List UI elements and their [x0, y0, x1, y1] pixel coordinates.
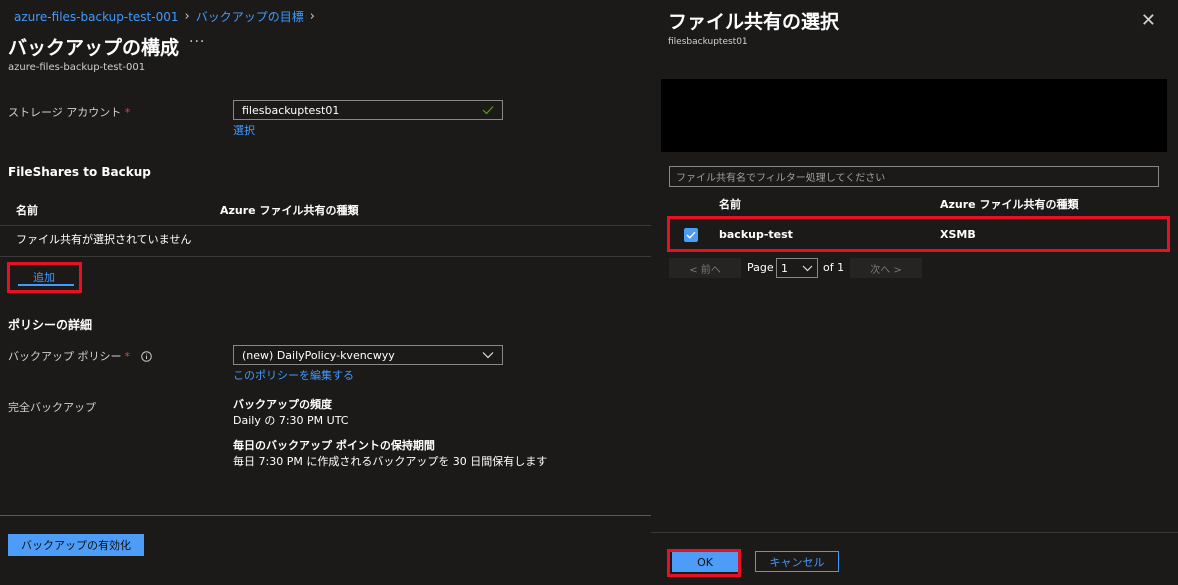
panel-footer-divider — [651, 532, 1178, 533]
more-options-icon[interactable]: ··· — [189, 34, 205, 50]
highlight-box — [667, 216, 1170, 252]
chevron-right-icon: › — [309, 9, 315, 24]
chevron-down-icon — [482, 352, 494, 359]
chevron-down-icon — [802, 265, 813, 271]
check-icon — [482, 106, 494, 115]
column-header-name: 名前 — [16, 204, 38, 217]
filter-placeholder: ファイル共有名でフィルター処理してください — [676, 173, 886, 184]
storage-account-field[interactable]: filesbackuptest01 — [233, 100, 503, 120]
page-subtitle: azure-files-backup-test-001 — [8, 62, 146, 73]
cancel-label: キャンセル — [769, 555, 825, 569]
storage-account-value: filesbackuptest01 — [242, 103, 340, 117]
panel-info-area — [661, 79, 1167, 152]
highlight-box — [7, 262, 82, 293]
page-select[interactable]: 1 — [776, 258, 818, 278]
panel-column-header-type: Azure ファイル共有の種類 — [940, 198, 1079, 211]
highlight-box — [667, 549, 741, 577]
next-page-button[interactable]: 次へ > — [850, 258, 922, 278]
storage-account-label-text: ストレージ アカウント — [8, 106, 122, 119]
close-icon[interactable]: ✕ — [1141, 10, 1156, 31]
page-select-value: 1 — [781, 261, 788, 275]
prev-page-button[interactable]: < 前へ — [669, 258, 741, 278]
breadcrumb-item-backup-goal[interactable]: バックアップの目標 — [196, 8, 304, 25]
policy-heading: ポリシーの詳細 — [8, 318, 93, 332]
breadcrumb: azure-files-backup-test-001 › バックアップの目標 … — [14, 8, 315, 25]
empty-fileshares-text: ファイル共有が選択されていません — [16, 233, 192, 246]
enable-backup-label: バックアップの有効化 — [21, 539, 131, 552]
info-icon[interactable] — [141, 350, 152, 362]
enable-backup-button[interactable]: バックアップの有効化 — [8, 534, 144, 556]
select-storage-link[interactable]: 選択 — [233, 122, 255, 138]
page-of-label: of 1 — [823, 261, 845, 274]
breadcrumb-item-vault[interactable]: azure-files-backup-test-001 — [14, 10, 178, 24]
required-mark: * — [124, 106, 131, 119]
column-header-type: Azure ファイル共有の種類 — [220, 204, 359, 217]
required-mark: * — [124, 349, 131, 363]
divider — [0, 256, 651, 257]
edit-policy-link[interactable]: このポリシーを編集する — [233, 367, 354, 383]
storage-account-label: ストレージ アカウント * — [8, 104, 130, 120]
panel-column-header-name: 名前 — [719, 198, 741, 211]
backup-config-blade: azure-files-backup-test-001 › バックアップの目標 … — [0, 0, 651, 585]
panel-subtitle: filesbackuptest01 — [668, 37, 748, 47]
footer-divider — [0, 515, 651, 516]
retention-value: 毎日 7:30 PM に作成されるバックアップを 30 日間保有します — [233, 455, 548, 468]
fileshares-heading: FileShares to Backup — [8, 165, 151, 179]
backup-frequency-value: Daily の 7:30 PM UTC — [233, 414, 349, 427]
backup-policy-label-text: バックアップ ポリシー — [8, 350, 122, 363]
panel-title: ファイル共有の選択 — [668, 11, 840, 33]
retention-title: 毎日のバックアップ ポイントの保持期間 — [233, 439, 435, 452]
chevron-right-icon: › — [184, 9, 190, 24]
backup-policy-label: バックアップ ポリシー * — [8, 348, 152, 364]
fileshare-filter-input[interactable]: ファイル共有名でフィルター処理してください — [669, 166, 1159, 187]
select-fileshare-panel: ファイル共有の選択 filesbackuptest01 ✕ ファイル共有名でフィ… — [651, 0, 1178, 585]
backup-frequency-title: バックアップの頻度 — [233, 398, 332, 411]
divider — [0, 225, 651, 226]
backup-policy-dropdown[interactable]: (new) DailyPolicy-kvencwyy — [233, 345, 503, 365]
full-backup-label: 完全バックアップ — [8, 401, 96, 414]
page-title: バックアップの構成 — [8, 37, 180, 59]
page-label: Page — [747, 261, 774, 274]
backup-policy-value: (new) DailyPolicy-kvencwyy — [242, 348, 395, 362]
cancel-button[interactable]: キャンセル — [755, 551, 839, 572]
